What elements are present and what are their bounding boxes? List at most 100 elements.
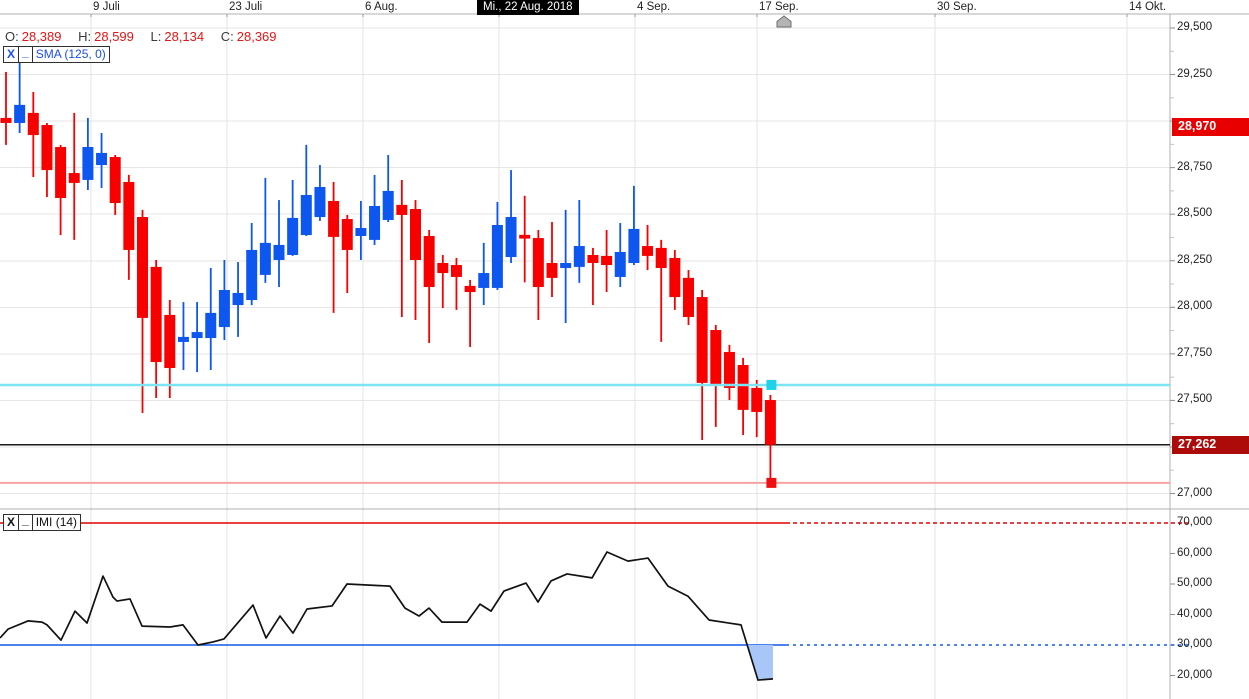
candle-body[interactable] <box>96 152 108 166</box>
candle-body[interactable] <box>628 228 640 263</box>
candle-body[interactable] <box>478 273 490 288</box>
sma-close-button[interactable]: X <box>3 46 20 63</box>
candle-body[interactable] <box>355 227 367 236</box>
candle-body[interactable] <box>491 224 503 288</box>
price-axis-label: 27,500 <box>1177 393 1213 406</box>
candle-body[interactable] <box>614 251 626 277</box>
imi-close-button[interactable]: X <box>3 514 20 531</box>
price-axis-label: 28,750 <box>1177 160 1213 173</box>
candle-body[interactable] <box>123 181 135 250</box>
candle-body[interactable] <box>109 157 121 204</box>
sma-legend-label[interactable]: SMA (125, 0) <box>31 46 110 63</box>
candle-body[interactable] <box>696 297 708 383</box>
red-line-handle[interactable] <box>766 477 777 488</box>
price-axis-label: 27,750 <box>1177 346 1213 359</box>
candle-body[interactable] <box>27 112 39 136</box>
chart-canvas[interactable] <box>0 0 1249 699</box>
candle-body[interactable] <box>532 238 544 288</box>
selected-date-badge: Mi., 22 Aug. 2018 <box>477 0 579 15</box>
candle-body[interactable] <box>505 216 517 258</box>
high-label: H: <box>78 29 92 44</box>
alert-price-badge: 28,970 <box>1172 117 1249 136</box>
close-value: 28,369 <box>236 29 277 44</box>
candle-body[interactable] <box>601 255 613 266</box>
candle-body[interactable] <box>191 332 203 339</box>
candle-body[interactable] <box>300 195 312 236</box>
imi-axis-label: 70,000 <box>1177 516 1213 528</box>
candle-body[interactable] <box>683 277 694 317</box>
sma-minimize-button[interactable]: _ <box>18 45 33 63</box>
imi-axis-label: 60,000 <box>1177 546 1213 559</box>
candle-body[interactable] <box>450 265 462 277</box>
open-label: O: <box>5 29 19 44</box>
candle-body[interactable] <box>764 400 776 445</box>
candle-body[interactable] <box>41 125 53 171</box>
current-date-marker[interactable] <box>776 15 792 28</box>
candle-body[interactable] <box>369 206 381 240</box>
candle-body[interactable] <box>82 146 94 180</box>
candle-body[interactable] <box>751 387 763 412</box>
imi-axis-label: 30,000 <box>1177 638 1213 650</box>
price-axis-label: 28,250 <box>1177 253 1213 266</box>
imi-legend-label[interactable]: IMI (14) <box>31 514 82 531</box>
sma-indicator-legend: X _ SMA (125, 0) <box>3 45 110 63</box>
high-value: 28,599 <box>94 29 134 44</box>
candle-body[interactable] <box>164 314 176 369</box>
candle-body[interactable] <box>218 289 230 328</box>
candle-body[interactable] <box>0 117 12 123</box>
candle-body[interactable] <box>710 330 722 385</box>
x-axis-label: 9 Juli <box>93 1 120 13</box>
candle-body[interactable] <box>314 187 326 217</box>
low-label: L: <box>150 29 162 44</box>
candle-body[interactable] <box>341 219 353 250</box>
candle-body[interactable] <box>519 234 531 239</box>
candle-body[interactable] <box>328 200 340 237</box>
candle-body[interactable] <box>410 208 421 261</box>
imi-axis-label: 20,000 <box>1177 668 1213 681</box>
x-axis-label: 30 Sep. <box>937 1 977 13</box>
candle-body[interactable] <box>205 312 217 339</box>
candle-body[interactable] <box>573 246 585 267</box>
imi-minimize-button[interactable]: _ <box>18 513 33 531</box>
imi-axis-label: 40,000 <box>1177 607 1213 620</box>
candle-body[interactable] <box>382 190 394 220</box>
price-axis-label: 28,000 <box>1177 300 1213 313</box>
candle-body[interactable] <box>137 216 148 318</box>
last-price-badge: 27,262 <box>1172 435 1249 454</box>
cyan-line-handle[interactable] <box>766 379 777 390</box>
candle-body[interactable] <box>14 104 26 123</box>
x-axis-label: 14 Okt. <box>1129 1 1167 13</box>
close-label: C: <box>220 29 234 44</box>
candle-body[interactable] <box>560 262 572 269</box>
candle-body[interactable] <box>259 242 271 275</box>
x-axis-label: 4 Sep. <box>637 1 671 13</box>
candle-body[interactable] <box>150 266 162 363</box>
price-axis-label: 29,500 <box>1177 21 1213 33</box>
candle-body[interactable] <box>546 262 558 278</box>
x-axis-label: 17 Sep. <box>759 1 799 13</box>
candle-body[interactable] <box>273 244 285 261</box>
price-axis-label: 29,250 <box>1177 67 1213 80</box>
candle-body[interactable] <box>669 257 681 298</box>
candle-body[interactable] <box>55 146 67 199</box>
candle-body[interactable] <box>396 204 408 215</box>
open-value: 28,389 <box>21 29 62 44</box>
candle-body[interactable] <box>655 247 667 269</box>
candle-body[interactable] <box>246 249 258 301</box>
candle-body[interactable] <box>68 173 80 183</box>
candle-body[interactable] <box>287 217 299 255</box>
price-axis-label: 27,000 <box>1177 486 1213 499</box>
candle-body[interactable] <box>177 336 189 342</box>
ohlc-readout: O: 28,389 H: 28,599 L: 28,134 C: 28,369 <box>5 29 277 44</box>
trading-chart-window: 9 Juli 23 Juli 6 Aug. 4 Sep. 17 Sep. 30 Sep. 1… <box>0 0 1249 699</box>
x-axis-label: 6 Aug. <box>365 1 398 13</box>
candle-body[interactable] <box>464 285 476 293</box>
candle-body[interactable] <box>723 351 735 388</box>
candle-body[interactable] <box>642 246 654 256</box>
candle-body[interactable] <box>423 235 435 288</box>
candle-body[interactable] <box>437 262 449 274</box>
candle-body[interactable] <box>232 292 244 306</box>
imi-axis-label: 50,000 <box>1177 577 1213 589</box>
candle-body[interactable] <box>737 365 749 410</box>
candle-body[interactable] <box>587 254 599 263</box>
